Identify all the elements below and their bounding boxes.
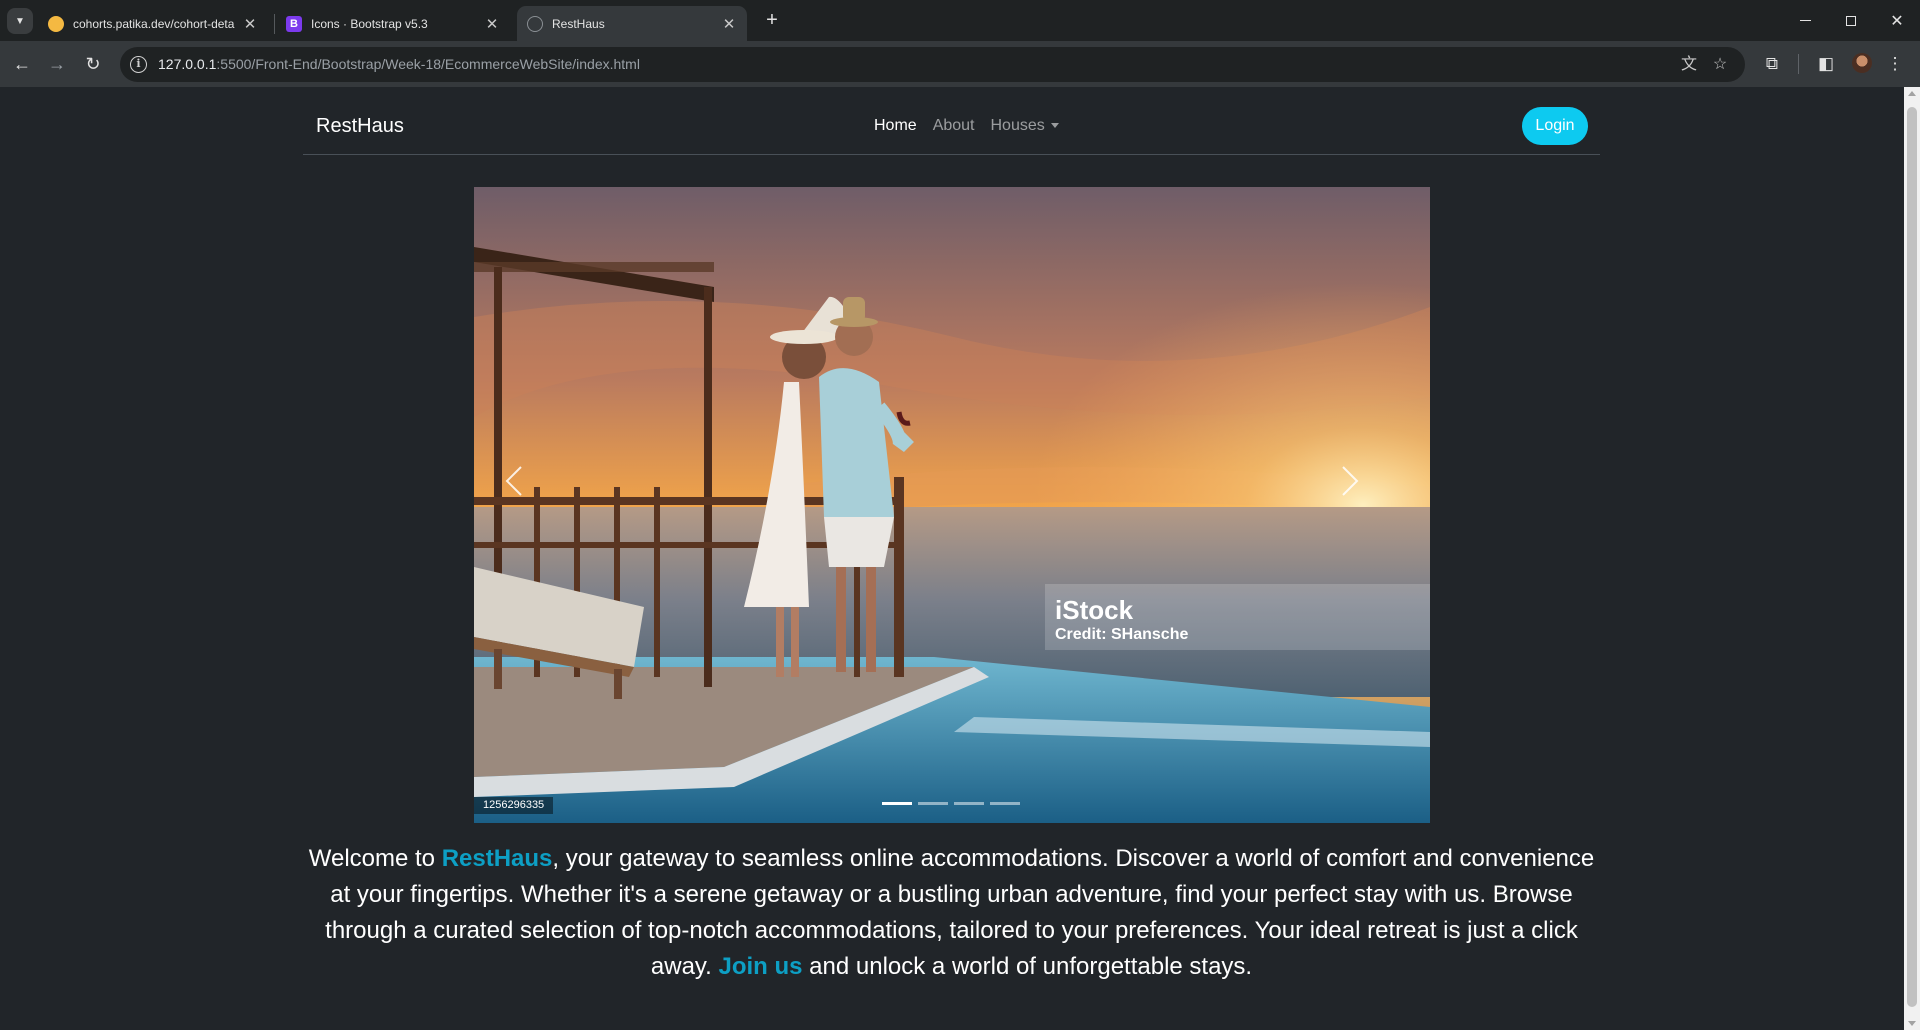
- browser-toolbar: ← → ↻ i 127.0.0.1:5500/Front-End/Bootstr…: [0, 41, 1920, 87]
- puzzle-icon: ⧉: [1765, 54, 1779, 73]
- restore-button[interactable]: [1828, 0, 1874, 41]
- globe-favicon: [527, 15, 543, 32]
- scroll-up-icon[interactable]: [1908, 91, 1916, 96]
- nav-dropdown-houses[interactable]: Houses: [991, 117, 1059, 135]
- carousel-indicator[interactable]: [882, 802, 912, 805]
- nav-link-houses-label: Houses: [990, 117, 1045, 134]
- join-us-link[interactable]: Join us: [718, 953, 802, 980]
- site-navbar: RestHaus Home About Houses Login: [303, 87, 1600, 155]
- back-button[interactable]: ←: [7, 49, 37, 79]
- tab-divider: [274, 14, 275, 34]
- translate-icon[interactable]: 文: [1679, 55, 1699, 75]
- hero-carousel: iStock Credit: SHansche 1256296335: [474, 187, 1430, 823]
- tab-search-button[interactable]: ▼: [7, 8, 33, 34]
- side-panel-icon: ◧: [1817, 54, 1835, 73]
- address-bar[interactable]: i 127.0.0.1:5500/Front-End/Bootstrap/Wee…: [120, 47, 1745, 82]
- carousel-prev-button[interactable]: [504, 465, 564, 535]
- bootstrap-favicon: B: [286, 15, 302, 32]
- tab-resthaus[interactable]: RestHaus ✕: [517, 6, 747, 41]
- star-icon[interactable]: ☆: [1710, 55, 1730, 75]
- reload-button[interactable]: ↻: [78, 49, 108, 79]
- close-icon[interactable]: ✕: [721, 15, 737, 33]
- image-id-label: 1256296335: [474, 797, 554, 814]
- minimize-button[interactable]: [1782, 0, 1828, 41]
- login-button[interactable]: Login: [1522, 107, 1588, 145]
- reload-icon: ↻: [85, 53, 101, 74]
- arrow-left-icon: ←: [13, 53, 31, 74]
- tab-title: cohorts.patika.dev/cohort-deta: [73, 16, 235, 31]
- scrollbar-thumb[interactable]: [1907, 107, 1917, 1007]
- url-text[interactable]: 127.0.0.1:5500/Front-End/Bootstrap/Week-…: [158, 56, 640, 72]
- nav-links: Home About Houses: [874, 117, 1059, 135]
- close-icon: ✕: [1890, 12, 1904, 30]
- watermark-credit: Credit: SHansche: [1055, 626, 1189, 643]
- tab-title: RestHaus: [552, 16, 605, 31]
- page-scrollbar[interactable]: [1904, 87, 1920, 1030]
- close-icon[interactable]: ✕: [484, 15, 500, 33]
- close-window-button[interactable]: ✕: [1874, 0, 1920, 41]
- arrow-right-icon: →: [48, 53, 66, 74]
- intro-text-3: and unlock a world of unforgettable stay…: [802, 953, 1253, 980]
- restore-icon: [1846, 15, 1856, 26]
- more-vertical-icon: ⋮: [1886, 54, 1904, 73]
- forward-button[interactable]: →: [42, 49, 72, 79]
- welcome-text: Welcome to RestHaus, your gateway to sea…: [303, 841, 1600, 985]
- new-tab-button[interactable]: +: [759, 8, 785, 34]
- close-icon[interactable]: ✕: [242, 15, 258, 33]
- chevron-right-icon: [1342, 466, 1359, 496]
- side-panel-button[interactable]: ◧: [1811, 49, 1841, 79]
- caret-down-icon: [1050, 123, 1059, 129]
- carousel-next-button[interactable]: [1340, 465, 1400, 535]
- carousel-indicator[interactable]: [954, 802, 984, 805]
- profile-avatar[interactable]: [1852, 53, 1872, 73]
- scroll-down-icon[interactable]: [1908, 1021, 1916, 1026]
- minimize-icon: [1799, 20, 1811, 21]
- carousel-indicator[interactable]: [918, 802, 948, 805]
- patika-favicon: [48, 15, 64, 32]
- nav-link-about[interactable]: About: [933, 117, 975, 135]
- tab-cohorts[interactable]: cohorts.patika.dev/cohort-deta ✕: [38, 6, 268, 41]
- carousel-indicators: [882, 802, 1020, 805]
- carousel-indicator[interactable]: [990, 802, 1020, 805]
- toolbar-divider: [1798, 54, 1799, 74]
- intro-text-1: Welcome to: [308, 845, 442, 872]
- tab-title: Icons · Bootstrap v5.3: [311, 16, 428, 31]
- chevron-left-icon: [505, 466, 522, 496]
- intro-brand-link[interactable]: RestHaus: [442, 845, 553, 872]
- tab-bar: ▼ cohorts.patika.dev/cohort-deta ✕ B Ico…: [0, 0, 1920, 41]
- site-info-icon[interactable]: i: [130, 56, 147, 73]
- page-viewport: RestHaus Home About Houses Login iStock …: [0, 87, 1904, 1030]
- chevron-down-icon: ▼: [15, 15, 25, 27]
- carousel-image: [474, 187, 1430, 823]
- istock-watermark: iStock Credit: SHansche: [1045, 584, 1430, 650]
- browser-menu-button[interactable]: ⋮: [1880, 49, 1910, 79]
- tab-bootstrap-icons[interactable]: B Icons · Bootstrap v5.3 ✕: [276, 6, 510, 41]
- navbar-brand[interactable]: RestHaus: [316, 115, 404, 138]
- extensions-button[interactable]: ⧉: [1757, 49, 1787, 79]
- nav-link-home[interactable]: Home: [874, 117, 917, 135]
- watermark-brand: iStock: [1055, 595, 1134, 625]
